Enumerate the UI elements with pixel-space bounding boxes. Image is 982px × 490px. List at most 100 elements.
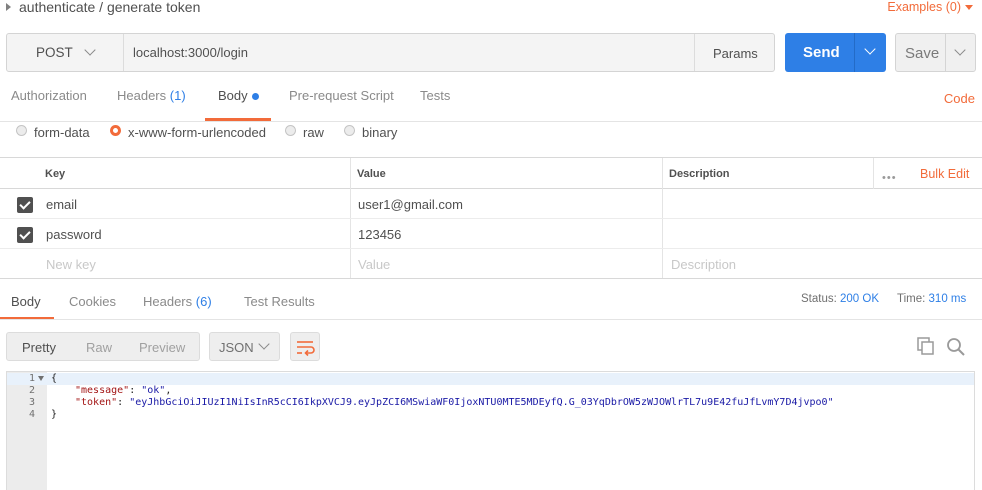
code-text: "message": "ok", bbox=[75, 385, 171, 397]
row-checkbox[interactable] bbox=[17, 227, 33, 243]
examples-dropdown[interactable]: Examples (0) bbox=[887, 0, 973, 14]
request-tabs: Authorization Headers (1) Body Pre-reque… bbox=[0, 88, 982, 122]
json-comma: , bbox=[165, 385, 172, 396]
examples-label: Examples (0) bbox=[887, 0, 961, 14]
save-divider bbox=[945, 34, 946, 71]
chevron-down-icon bbox=[258, 338, 270, 350]
radio-label: binary bbox=[362, 125, 398, 140]
url-input[interactable] bbox=[125, 34, 693, 71]
tab-tests[interactable]: Tests bbox=[420, 88, 450, 103]
send-button[interactable]: Send bbox=[785, 33, 886, 72]
tab-headers[interactable]: Headers (1) bbox=[117, 88, 186, 103]
body-indicator-dot-icon bbox=[251, 93, 259, 101]
json-key: "token" bbox=[75, 397, 118, 408]
line-number: 2 bbox=[28, 385, 35, 396]
search-icon[interactable] bbox=[946, 337, 966, 357]
response-tab-test-results[interactable]: Test Results bbox=[244, 294, 315, 309]
code-text: { bbox=[51, 373, 58, 384]
headers-count-badge: (1) bbox=[169, 88, 186, 103]
line-number: 1 bbox=[28, 373, 35, 384]
code-link[interactable]: Code bbox=[944, 91, 975, 106]
code-line: 1 { bbox=[7, 373, 974, 385]
divider bbox=[0, 319, 982, 320]
response-time: Time: 310 ms bbox=[897, 293, 966, 305]
caret-right-icon[interactable] bbox=[6, 3, 11, 11]
status-label: Status: bbox=[801, 293, 837, 305]
view-pretty-button[interactable]: Pretty bbox=[22, 340, 56, 355]
response-tab-cookies[interactable]: Cookies bbox=[69, 294, 116, 309]
method-select[interactable]: POST bbox=[7, 34, 124, 71]
code-text: "token": "eyJhbGciOiJIUzI1NiIsInR5cCI6Ik… bbox=[75, 397, 834, 409]
params-button[interactable]: Params bbox=[694, 34, 775, 71]
radio-circle-icon bbox=[285, 125, 296, 136]
status-value: 200 OK bbox=[840, 293, 880, 305]
code-line: 2 "message": "ok", bbox=[7, 385, 974, 397]
response-view-toggle: Pretty Raw Preview bbox=[6, 332, 200, 361]
new-key-input[interactable]: New key bbox=[46, 257, 96, 272]
bulk-edit-link[interactable]: Bulk Edit bbox=[920, 167, 969, 181]
response-tabs: Body Cookies Headers (6) Test Results St… bbox=[0, 293, 982, 320]
json-separator: : bbox=[129, 385, 142, 396]
radio-label: raw bbox=[303, 125, 324, 140]
code-line: 4 } bbox=[7, 409, 974, 421]
radio-circle-icon bbox=[16, 125, 27, 136]
line-number: 3 bbox=[28, 397, 35, 408]
body-params-table: Key Value Description ••• Bulk Edit emai… bbox=[0, 157, 982, 279]
response-body-editor[interactable]: 1 { 2 "message": "ok", 3 "token": "eyJhb… bbox=[6, 371, 975, 490]
response-headers-label: Headers bbox=[143, 294, 193, 309]
response-headers-count-badge: (6) bbox=[195, 294, 212, 309]
tab-prerequest-script[interactable]: Pre-request Script bbox=[289, 88, 394, 103]
column-divider bbox=[873, 158, 874, 189]
send-options-chevron-icon[interactable] bbox=[864, 43, 876, 55]
json-value: "ok" bbox=[141, 385, 166, 396]
time-label: Time: bbox=[897, 293, 926, 305]
format-select[interactable]: JSON bbox=[209, 332, 280, 361]
param-value[interactable]: 123456 bbox=[358, 227, 401, 242]
column-value: Value bbox=[357, 168, 386, 180]
response-status: Status: 200 OK bbox=[801, 293, 879, 305]
json-separator: : bbox=[117, 397, 130, 408]
divider bbox=[0, 121, 982, 122]
save-button[interactable]: Save bbox=[895, 33, 976, 72]
request-title[interactable]: authenticate / generate token bbox=[19, 0, 200, 15]
wrap-lines-icon bbox=[297, 341, 315, 357]
copy-icon[interactable] bbox=[917, 337, 935, 355]
new-row: New key Value Description bbox=[0, 249, 982, 279]
table-header: Key Value Description ••• Bulk Edit bbox=[0, 158, 982, 189]
radio-circle-icon bbox=[344, 125, 355, 136]
line-number: 4 bbox=[28, 409, 35, 420]
json-key: "message" bbox=[75, 385, 130, 396]
body-type-radios: form-data x-www-form-urlencoded raw bina… bbox=[0, 124, 982, 144]
save-options-chevron-icon[interactable] bbox=[954, 44, 966, 56]
new-description-input[interactable]: Description bbox=[671, 257, 736, 272]
chevron-down-icon bbox=[84, 44, 96, 56]
tab-body-label: Body bbox=[218, 88, 248, 103]
caret-down-icon bbox=[965, 5, 973, 11]
url-bar: POST Params bbox=[6, 33, 775, 72]
format-label: JSON bbox=[219, 340, 254, 355]
request-title-row[interactable]: authenticate / generate token Examples (… bbox=[0, 0, 982, 18]
response-tab-body[interactable]: Body bbox=[11, 294, 41, 309]
param-key[interactable]: email bbox=[46, 197, 77, 212]
param-key[interactable]: password bbox=[46, 227, 102, 242]
tab-authorization[interactable]: Authorization bbox=[11, 88, 87, 103]
save-label: Save bbox=[905, 45, 940, 62]
params-label: Params bbox=[713, 46, 758, 61]
divider bbox=[0, 278, 982, 279]
time-value: 310 ms bbox=[928, 293, 967, 305]
radio-label: x-www-form-urlencoded bbox=[128, 125, 266, 140]
param-value[interactable]: user1@gmail.com bbox=[358, 197, 463, 212]
view-raw-button[interactable]: Raw bbox=[86, 340, 112, 355]
wrap-lines-button[interactable] bbox=[290, 332, 320, 361]
column-description: Description bbox=[669, 168, 730, 180]
fold-arrow-icon[interactable] bbox=[38, 376, 44, 381]
table-row: email user1@gmail.com bbox=[0, 189, 982, 219]
more-options-icon[interactable]: ••• bbox=[882, 172, 897, 184]
response-tab-headers[interactable]: Headers (6) bbox=[143, 294, 212, 309]
send-label: Send bbox=[803, 44, 840, 61]
row-checkbox[interactable] bbox=[17, 197, 33, 213]
tab-body[interactable]: Body bbox=[218, 88, 259, 103]
new-value-input[interactable]: Value bbox=[358, 257, 390, 272]
view-preview-button[interactable]: Preview bbox=[139, 340, 185, 355]
tab-headers-label: Headers bbox=[117, 88, 167, 103]
